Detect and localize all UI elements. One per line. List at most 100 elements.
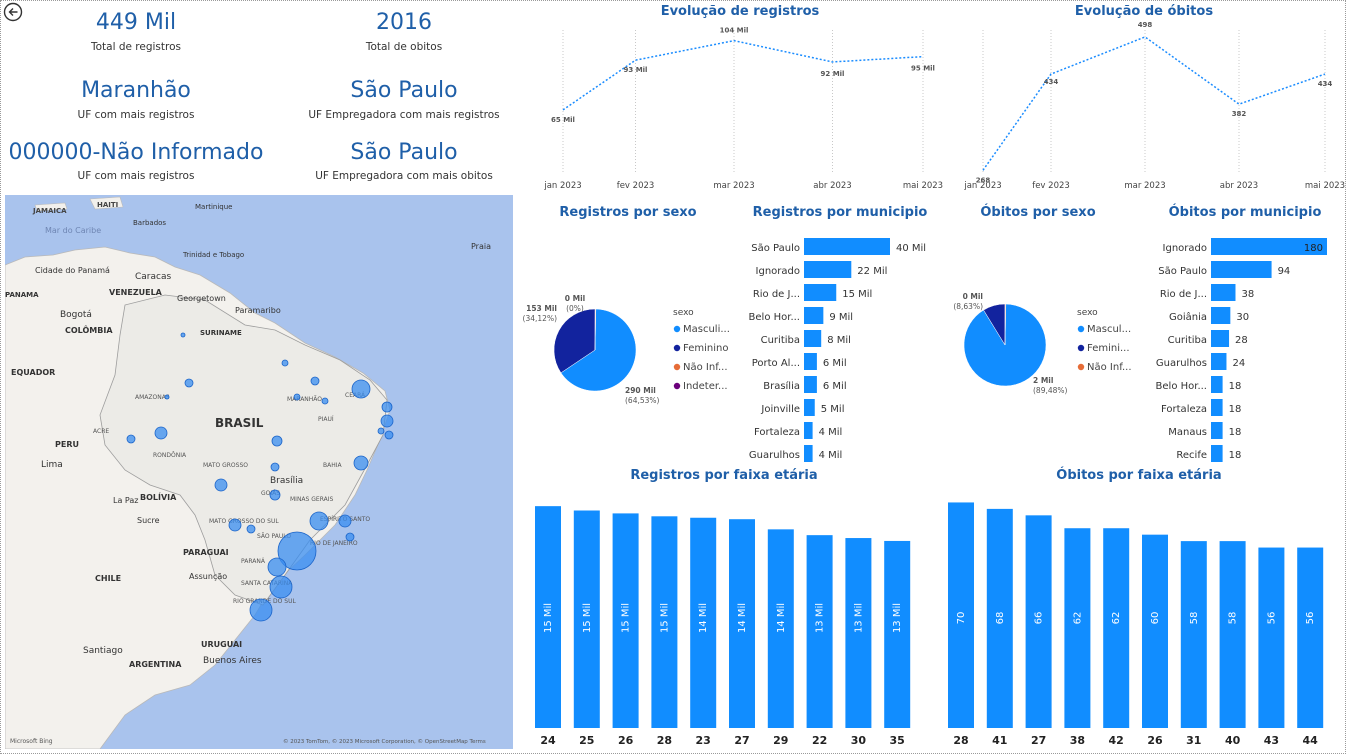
- slice-pct-label: (64,53%): [625, 396, 660, 405]
- chart-title-obitos-faixa: Óbitos por faixa etária: [1056, 468, 1222, 483]
- map-bubble[interactable]: [310, 376, 320, 386]
- x-tick-label: 25: [579, 734, 594, 747]
- map-bubble[interactable]: [154, 426, 168, 440]
- map-bubble[interactable]: [269, 489, 281, 501]
- map-label-assuncao: Assunção: [189, 572, 227, 581]
- x-tick-label: 35: [890, 734, 905, 747]
- x-tick-label: mai 2023: [903, 181, 943, 191]
- bar: [1211, 284, 1236, 301]
- chart-obitos-por-sexo[interactable]: 2 Mil(89,48%) 0 Mil(8,63%) sexo Mascul... Fe…: [925, 225, 1145, 465]
- map-bubble[interactable]: [377, 427, 385, 435]
- kpi-uf-nao-informado-label: UF com mais registros: [77, 170, 195, 182]
- map-label-martinique: Martinique: [195, 203, 232, 211]
- x-tick-label: 28: [953, 734, 968, 747]
- map-bubble[interactable]: [164, 394, 170, 400]
- map-label-brasilia: Brasília: [270, 476, 303, 486]
- map-bubble[interactable]: [353, 455, 369, 471]
- data-label: 14 Mil: [698, 603, 709, 633]
- map-label-acre: ACRE: [93, 428, 109, 435]
- map-label-mato-grosso-do-sul: MATO GROSSO DO SUL: [209, 518, 279, 525]
- data-label: 65 Mil: [551, 116, 575, 124]
- legend-marker: [673, 344, 681, 352]
- bar: [1211, 422, 1223, 439]
- chart-obitos-por-municipio[interactable]: Ignorado 180 São Paulo 94 Rio de J... 38 Goiân…: [1145, 232, 1343, 470]
- x-tick-label: 44: [1303, 734, 1319, 747]
- map-attribution: © 2023 TomTom, © 2023 Microsoft Corporat…: [283, 738, 486, 745]
- chart-registros-por-municipio[interactable]: São Paulo 40 Mil Ignorado 22 Mil Rio de J...…: [740, 232, 940, 470]
- map-bubble[interactable]: [269, 575, 293, 599]
- map-bubble[interactable]: [381, 401, 393, 413]
- legend-marker: [1077, 363, 1085, 371]
- legend-title: sexo: [673, 308, 694, 318]
- map-bubble[interactable]: [384, 430, 394, 440]
- data-label: 6 Mil: [823, 358, 847, 369]
- chart-registros-por-sexo[interactable]: 290 Mil(64,53%) 153 Mil(34,12%) 0 Mil(0%) s…: [515, 225, 740, 465]
- map-bubble[interactable]: [180, 332, 186, 338]
- chart-evolucao-registros[interactable]: 65 Mil jan 2023 93 Mil fev 2023 104 Mil mar 2…: [525, 22, 943, 194]
- map-bubble[interactable]: [309, 511, 329, 531]
- data-label: 58: [1228, 612, 1239, 625]
- data-label: 15 Mil: [842, 289, 872, 300]
- map-label-sucre: Sucre: [137, 516, 160, 525]
- map-bubble[interactable]: [271, 435, 283, 447]
- map-bubble[interactable]: [184, 378, 194, 388]
- bar: [1258, 547, 1285, 728]
- map-bubble[interactable]: [267, 557, 287, 577]
- map-label-haiti: HAITI: [97, 201, 118, 209]
- map-bubble[interactable]: [126, 434, 136, 444]
- data-label: 13 Mil: [815, 603, 826, 633]
- bar: [1219, 541, 1246, 728]
- map-bubble[interactable]: [246, 524, 256, 534]
- map-label-praia: Praia: [471, 242, 491, 251]
- map-bubble[interactable]: [380, 414, 394, 428]
- map-label-la-paz: La Paz: [113, 496, 138, 505]
- map-bubble[interactable]: [293, 393, 301, 401]
- map-label-equador: EQUADOR: [11, 368, 55, 377]
- brazil-bubble-map[interactable]: Mar do Caribe JAMAICA HAITI Cidade do Pa…: [5, 195, 513, 749]
- data-label: 56: [1305, 612, 1316, 625]
- chart-registros-por-faixa-etaria[interactable]: 15 Mil 24 15 Mil 25 15 Mil 26 15 Mil 28 14 Mil 23…: [527, 488, 935, 750]
- map-bubble[interactable]: [270, 462, 280, 472]
- data-label: 24: [1232, 358, 1245, 369]
- x-tick-label: jan 2023: [543, 181, 581, 191]
- x-tick-label: 40: [1225, 734, 1241, 747]
- map-bubble[interactable]: [338, 514, 352, 528]
- chart-obitos-por-faixa-etaria[interactable]: 70 28 68 41 66 27 62 38 62 42 60 26 58 31 58 40 56 43 56 44: [940, 488, 1340, 750]
- chart-evolucao-obitos[interactable]: 268jan 2023434fev 2023498mar 2023382abr …: [945, 22, 1345, 194]
- kpi-uf-empregadora-obitos-value: São Paulo: [350, 140, 458, 165]
- category-label: Fortaleza: [1161, 404, 1207, 415]
- data-label: 40 Mil: [896, 243, 926, 254]
- data-label: 14 Mil: [737, 603, 748, 633]
- legend-item: Masculi...: [683, 324, 730, 335]
- data-label: 30: [1236, 312, 1249, 323]
- slice-value-label: 153 Mil: [526, 304, 557, 313]
- map-bubble[interactable]: [249, 598, 273, 622]
- data-label: 93 Mil: [624, 66, 648, 74]
- map-bubble[interactable]: [281, 359, 289, 367]
- x-tick-label: 30: [851, 734, 867, 747]
- legend-marker: [673, 325, 681, 333]
- back-arrow-icon[interactable]: [3, 2, 23, 22]
- x-tick-label: abr 2023: [1220, 181, 1258, 191]
- map-bubble[interactable]: [321, 397, 329, 405]
- legend-item: Não Inf...: [683, 362, 728, 373]
- kpi-total-registros-label: Total de registros: [90, 41, 182, 53]
- map-canvas[interactable]: Mar do Caribe JAMAICA HAITI Cidade do Pa…: [5, 195, 513, 749]
- slice-value-label: 290 Mil: [625, 386, 656, 395]
- map-bubble[interactable]: [214, 478, 228, 492]
- map-bubble[interactable]: [228, 518, 242, 532]
- data-label: 13 Mil: [892, 603, 903, 633]
- map-label-mato-grosso: MATO GROSSO: [203, 462, 248, 469]
- data-label: 8 Mil: [827, 335, 851, 346]
- map-bubble[interactable]: [345, 532, 355, 542]
- data-label: 18: [1229, 450, 1242, 461]
- data-label: 95 Mil: [911, 65, 935, 73]
- data-label: 38: [1241, 289, 1254, 300]
- map-label-bahia: BAHIA: [323, 462, 343, 469]
- map-label-colombia: COLÔMBIA: [65, 324, 113, 335]
- legend-item: Femini...: [1087, 343, 1130, 354]
- map-bubble[interactable]: [351, 379, 371, 399]
- data-label: 5 Mil: [821, 404, 845, 415]
- x-tick-label: mar 2023: [713, 181, 754, 191]
- map-label-lima: Lima: [41, 460, 63, 470]
